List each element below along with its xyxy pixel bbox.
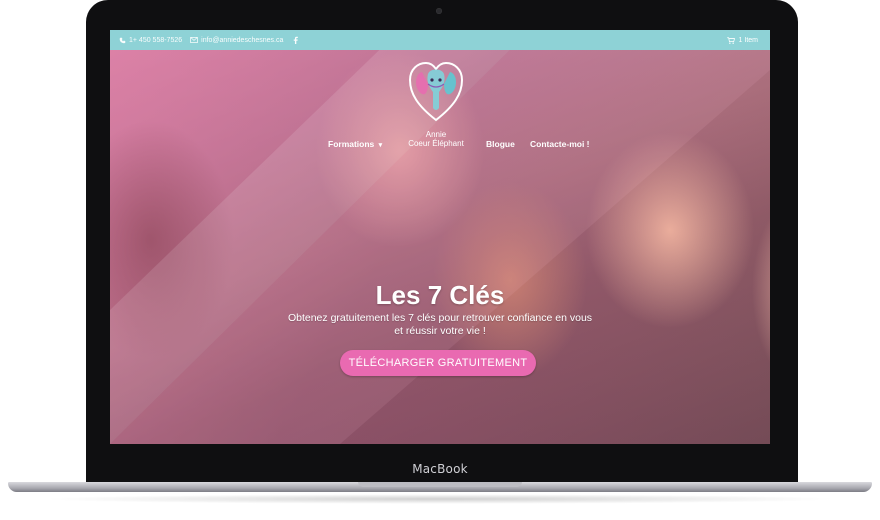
logo-name: Annie xyxy=(425,130,447,139)
hero-title: Les 7 Clés xyxy=(375,280,505,310)
cart-icon xyxy=(726,36,735,44)
facebook-link[interactable] xyxy=(291,36,299,44)
hero-subtitle-line2: et réussir votre vie ! xyxy=(394,325,486,337)
laptop-hinge-notch xyxy=(358,482,522,487)
hero-subtitle: Obtenez gratuitement les 7 clés pour ret… xyxy=(260,312,620,338)
phone-contact[interactable]: 1+ 450 558-7526 xyxy=(118,36,182,44)
nav-contact[interactable]: Contacte-moi ! xyxy=(530,139,590,149)
website-screen: 1+ 450 558-7526 info@anniedeschesnes.ca … xyxy=(110,30,770,444)
email-address: info@anniedeschesnes.ca xyxy=(201,36,284,44)
email-contact[interactable]: info@anniedeschesnes.ca xyxy=(190,36,283,44)
cart-link[interactable]: 1 Item xyxy=(726,30,758,50)
elephant-heart-logo[interactable] xyxy=(408,60,464,124)
nav-blogue[interactable]: Blogue xyxy=(486,139,515,149)
nav-formations-label: Formations xyxy=(328,139,375,149)
facebook-icon xyxy=(291,36,299,44)
nav-formations[interactable]: Formations ▾ xyxy=(328,139,382,149)
webcam-icon xyxy=(436,8,442,14)
main-navigation: Formations ▾ Blogue Contacte-moi ! xyxy=(110,139,770,153)
top-info-bar: 1+ 450 558-7526 info@anniedeschesnes.ca … xyxy=(110,30,770,50)
hero-subtitle-line1: Obtenez gratuitement les 7 clés pour ret… xyxy=(287,312,593,324)
download-free-button[interactable]: TÉLÉCHARGER GRATUITEMENT xyxy=(340,350,536,376)
laptop-shadow xyxy=(40,494,840,504)
cart-count: 1 Item xyxy=(738,36,758,44)
phone-icon xyxy=(118,36,126,44)
envelope-icon xyxy=(190,36,198,44)
phone-number: 1+ 450 558-7526 xyxy=(129,36,183,44)
macbook-label: MacBook xyxy=(412,462,468,476)
chevron-down-icon: ▾ xyxy=(378,142,383,149)
